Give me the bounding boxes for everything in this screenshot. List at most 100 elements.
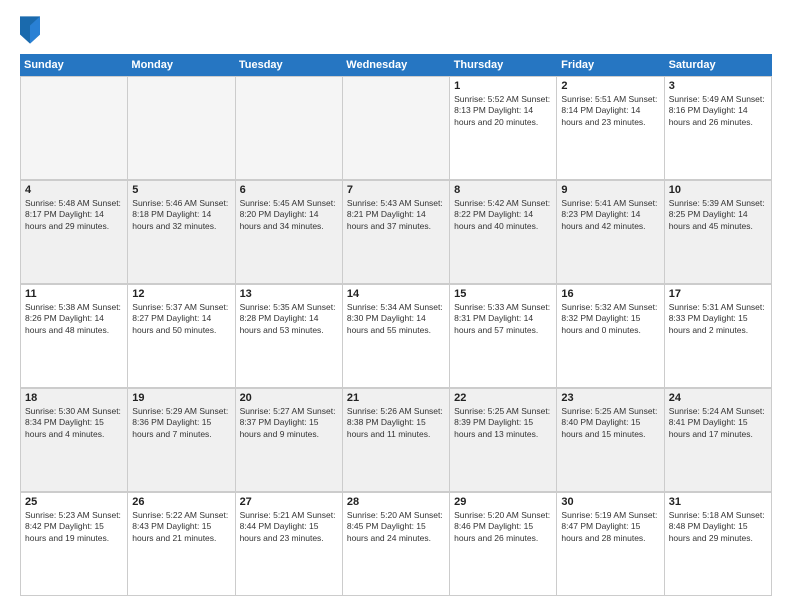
cal-cell: 2 Sunrise: 5:51 AM Sunset: 8:14 PM Daylig… [557, 77, 664, 180]
cal-cell: 27 Sunrise: 5:21 AM Sunset: 8:44 PM Dayli… [236, 493, 343, 596]
cell-info: Sunrise: 5:49 AM Sunset: 8:16 PM Dayligh… [669, 94, 767, 128]
calendar-header: SundayMondayTuesdayWednesdayThursdayFrid… [20, 54, 772, 76]
cell-info: Sunrise: 5:29 AM Sunset: 8:36 PM Dayligh… [132, 406, 230, 440]
day-header-monday: Monday [127, 54, 234, 76]
cell-info: Sunrise: 5:27 AM Sunset: 8:37 PM Dayligh… [240, 406, 338, 440]
day-number: 9 [561, 184, 659, 196]
day-number: 24 [669, 392, 767, 404]
cell-info: Sunrise: 5:26 AM Sunset: 8:38 PM Dayligh… [347, 406, 445, 440]
cell-info: Sunrise: 5:31 AM Sunset: 8:33 PM Dayligh… [669, 302, 767, 336]
cal-cell: 3 Sunrise: 5:49 AM Sunset: 8:16 PM Daylig… [665, 77, 772, 180]
day-number: 6 [240, 184, 338, 196]
cal-cell: 30 Sunrise: 5:19 AM Sunset: 8:47 PM Dayli… [557, 493, 664, 596]
day-number: 18 [25, 392, 123, 404]
day-number: 14 [347, 288, 445, 300]
cal-cell: 12 Sunrise: 5:37 AM Sunset: 8:27 PM Dayli… [128, 285, 235, 388]
cal-cell: 28 Sunrise: 5:20 AM Sunset: 8:45 PM Dayli… [343, 493, 450, 596]
day-number: 1 [454, 80, 552, 92]
day-number: 16 [561, 288, 659, 300]
cell-info: Sunrise: 5:23 AM Sunset: 8:42 PM Dayligh… [25, 510, 123, 544]
day-number: 31 [669, 496, 767, 508]
cal-cell: 13 Sunrise: 5:35 AM Sunset: 8:28 PM Dayli… [236, 285, 343, 388]
day-header-friday: Friday [557, 54, 664, 76]
cell-info: Sunrise: 5:24 AM Sunset: 8:41 PM Dayligh… [669, 406, 767, 440]
day-number: 25 [25, 496, 123, 508]
cal-cell: 4Sunrise: 5:48 AM Sunset: 8:17 PM Daylig… [21, 181, 128, 284]
cal-cell: 26 Sunrise: 5:22 AM Sunset: 8:43 PM Dayli… [128, 493, 235, 596]
cal-cell: 31Sunrise: 5:18 AM Sunset: 8:48 PM Dayli… [665, 493, 772, 596]
cal-cell: 24 Sunrise: 5:24 AM Sunset: 8:41 PM Dayli… [665, 389, 772, 492]
cal-cell: 20 Sunrise: 5:27 AM Sunset: 8:37 PM Dayli… [236, 389, 343, 492]
cell-info: Sunrise: 5:19 AM Sunset: 8:47 PM Dayligh… [561, 510, 659, 544]
cal-cell: 5Sunrise: 5:46 AM Sunset: 8:18 PM Daylig… [128, 181, 235, 284]
day-number: 29 [454, 496, 552, 508]
day-number: 30 [561, 496, 659, 508]
day-number: 27 [240, 496, 338, 508]
cal-cell [128, 77, 235, 180]
calendar-body: 1 Sunrise: 5:52 AM Sunset: 8:13 PM Daylig… [20, 76, 772, 596]
cell-info: Sunrise: 5:52 AM Sunset: 8:13 PM Dayligh… [454, 94, 552, 128]
week-row-2: 4Sunrise: 5:48 AM Sunset: 8:17 PM Daylig… [20, 180, 772, 284]
day-number: 13 [240, 288, 338, 300]
cal-cell: 10 Sunrise: 5:39 AM Sunset: 8:25 PM Dayli… [665, 181, 772, 284]
cell-info: Sunrise: 5:25 AM Sunset: 8:39 PM Dayligh… [454, 406, 552, 440]
cal-cell: 29 Sunrise: 5:20 AM Sunset: 8:46 PM Dayli… [450, 493, 557, 596]
cal-cell: 7Sunrise: 5:43 AM Sunset: 8:21 PM Daylig… [343, 181, 450, 284]
day-number: 22 [454, 392, 552, 404]
cell-info: Sunrise: 5:37 AM Sunset: 8:27 PM Dayligh… [132, 302, 230, 336]
cal-cell: 18 Sunrise: 5:30 AM Sunset: 8:34 PM Dayli… [21, 389, 128, 492]
day-number: 10 [669, 184, 767, 196]
cal-cell: 8 Sunrise: 5:42 AM Sunset: 8:22 PM Daylig… [450, 181, 557, 284]
day-number: 12 [132, 288, 230, 300]
cal-cell [343, 77, 450, 180]
cell-info: Sunrise: 5:20 AM Sunset: 8:45 PM Dayligh… [347, 510, 445, 544]
cal-cell: 21 Sunrise: 5:26 AM Sunset: 8:38 PM Dayli… [343, 389, 450, 492]
day-number: 28 [347, 496, 445, 508]
header [20, 16, 772, 44]
cell-info: Sunrise: 5:21 AM Sunset: 8:44 PM Dayligh… [240, 510, 338, 544]
calendar: SundayMondayTuesdayWednesdayThursdayFrid… [20, 54, 772, 596]
page: SundayMondayTuesdayWednesdayThursdayFrid… [0, 0, 792, 612]
week-row-1: 1 Sunrise: 5:52 AM Sunset: 8:13 PM Daylig… [20, 76, 772, 180]
cell-info: Sunrise: 5:20 AM Sunset: 8:46 PM Dayligh… [454, 510, 552, 544]
cell-info: Sunrise: 5:30 AM Sunset: 8:34 PM Dayligh… [25, 406, 123, 440]
cell-info: Sunrise: 5:46 AM Sunset: 8:18 PM Dayligh… [132, 198, 230, 232]
day-number: 8 [454, 184, 552, 196]
week-row-4: 18 Sunrise: 5:30 AM Sunset: 8:34 PM Dayli… [20, 388, 772, 492]
logo-icon [20, 16, 40, 44]
cal-cell: 1 Sunrise: 5:52 AM Sunset: 8:13 PM Daylig… [450, 77, 557, 180]
day-number: 17 [669, 288, 767, 300]
cal-cell: 23Sunrise: 5:25 AM Sunset: 8:40 PM Dayli… [557, 389, 664, 492]
cal-cell: 19Sunrise: 5:29 AM Sunset: 8:36 PM Dayli… [128, 389, 235, 492]
week-row-3: 11Sunrise: 5:38 AM Sunset: 8:26 PM Dayli… [20, 284, 772, 388]
cal-cell: 9 Sunrise: 5:41 AM Sunset: 8:23 PM Daylig… [557, 181, 664, 284]
cal-cell [236, 77, 343, 180]
day-number: 23 [561, 392, 659, 404]
cell-info: Sunrise: 5:32 AM Sunset: 8:32 PM Dayligh… [561, 302, 659, 336]
day-header-tuesday: Tuesday [235, 54, 342, 76]
cell-info: Sunrise: 5:42 AM Sunset: 8:22 PM Dayligh… [454, 198, 552, 232]
cal-cell: 16 Sunrise: 5:32 AM Sunset: 8:32 PM Dayli… [557, 285, 664, 388]
cell-info: Sunrise: 5:51 AM Sunset: 8:14 PM Dayligh… [561, 94, 659, 128]
day-number: 26 [132, 496, 230, 508]
day-number: 3 [669, 80, 767, 92]
cell-info: Sunrise: 5:45 AM Sunset: 8:20 PM Dayligh… [240, 198, 338, 232]
day-number: 7 [347, 184, 445, 196]
week-row-5: 25 Sunrise: 5:23 AM Sunset: 8:42 PM Dayli… [20, 492, 772, 596]
cal-cell: 17 Sunrise: 5:31 AM Sunset: 8:33 PM Dayli… [665, 285, 772, 388]
day-number: 15 [454, 288, 552, 300]
day-number: 20 [240, 392, 338, 404]
cell-info: Sunrise: 5:41 AM Sunset: 8:23 PM Dayligh… [561, 198, 659, 232]
cell-info: Sunrise: 5:34 AM Sunset: 8:30 PM Dayligh… [347, 302, 445, 336]
cal-cell: 11Sunrise: 5:38 AM Sunset: 8:26 PM Dayli… [21, 285, 128, 388]
cell-info: Sunrise: 5:39 AM Sunset: 8:25 PM Dayligh… [669, 198, 767, 232]
cell-info: Sunrise: 5:48 AM Sunset: 8:17 PM Dayligh… [25, 198, 123, 232]
day-number: 21 [347, 392, 445, 404]
cell-info: Sunrise: 5:38 AM Sunset: 8:26 PM Dayligh… [25, 302, 123, 336]
cell-info: Sunrise: 5:35 AM Sunset: 8:28 PM Dayligh… [240, 302, 338, 336]
logo [20, 16, 44, 44]
day-number: 2 [561, 80, 659, 92]
cell-info: Sunrise: 5:22 AM Sunset: 8:43 PM Dayligh… [132, 510, 230, 544]
cal-cell: 14 Sunrise: 5:34 AM Sunset: 8:30 PM Dayli… [343, 285, 450, 388]
cal-cell [21, 77, 128, 180]
